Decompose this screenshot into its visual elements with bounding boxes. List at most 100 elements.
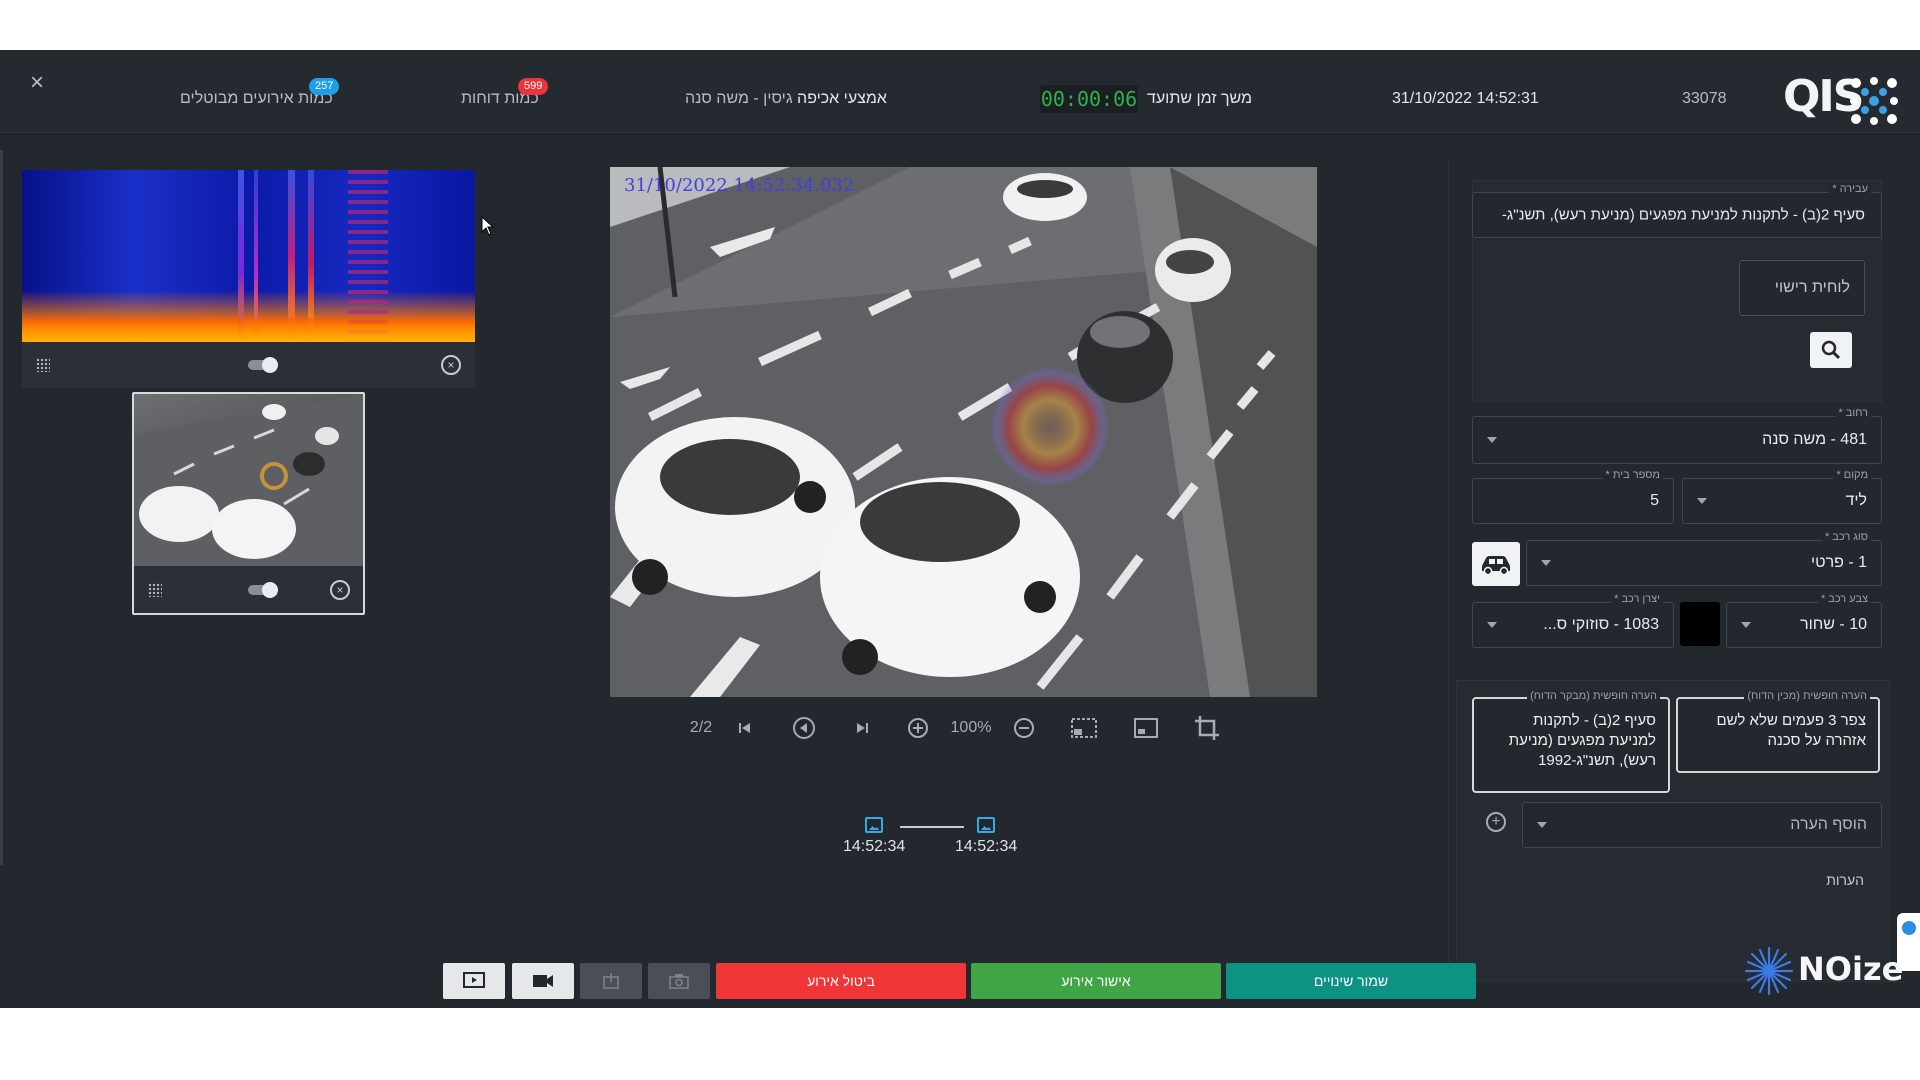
close-circle-icon[interactable]: × — [330, 580, 350, 600]
street-select[interactable]: רחוב * 481 - משה סנה — [1472, 407, 1882, 464]
preparer-note-text: צפר 3 פעמים שלא לשם אזהרה על סכנה — [1716, 712, 1866, 749]
enforcement-label: אמצעי אכיפה — [797, 90, 887, 107]
selection-icon — [1071, 717, 1097, 738]
street-value: 481 - משה סנה — [1762, 431, 1867, 448]
thumbnail-tools: × — [134, 567, 363, 613]
noize-spiral-icon — [1744, 946, 1794, 996]
street-scene — [610, 167, 1317, 697]
grid-icon[interactable] — [148, 583, 162, 597]
preparer-note[interactable]: הערה חופשית (מכין הדוח) צפר 3 פעמים שלא … — [1676, 690, 1880, 773]
fit-screen-icon — [1134, 717, 1158, 738]
chevron-down-icon — [1541, 560, 1551, 566]
slideshow-icon — [463, 971, 485, 988]
zoom-out-button[interactable] — [1012, 710, 1036, 746]
house-number-label: מספר בית * — [1602, 469, 1663, 481]
street-label: רחוב * — [1835, 407, 1871, 419]
crop-icon — [1195, 715, 1219, 740]
vehicle-type-label: סוג רכב * — [1821, 531, 1871, 543]
qis-logo: QIS — [1783, 68, 1899, 126]
save-changes-button[interactable]: שמור שינויים — [1226, 963, 1476, 999]
slideshow-button[interactable] — [443, 963, 505, 999]
spectrogram-image — [22, 170, 475, 342]
vehicle-color-select[interactable]: צבע רכב * 10 - שחור — [1726, 593, 1882, 648]
add-note-select[interactable]: הוסף הערה — [1522, 802, 1882, 848]
vehicle-color-label: צבע רכב * — [1817, 593, 1871, 605]
chat-icon — [1902, 921, 1916, 935]
prev-frame-button[interactable] — [790, 710, 818, 746]
reviewer-note[interactable]: הערה חופשית (מבקר הדוח) סעיף 2(ב) - לתקנ… — [1472, 690, 1670, 793]
license-plate-placeholder: לוחית רישוי — [1774, 279, 1850, 296]
duration-timer: 00:00:06 — [1040, 85, 1138, 113]
image-timestamp: 31/10/2022 14:52:34.032 — [624, 175, 855, 196]
top-bar: × כמות אירועים מבוטלים 257 כמות דוחות 59… — [0, 50, 1920, 135]
manufacturer-select[interactable]: יצרן רכב * 1083 - סוזוקי ס... — [1472, 593, 1674, 648]
first-frame-button[interactable] — [735, 710, 755, 746]
spectrogram-toggle[interactable] — [248, 357, 278, 373]
house-number-input[interactable]: מספר בית * 5 — [1472, 469, 1674, 524]
place-value: ליד — [1845, 492, 1868, 509]
preparer-note-label: הערה חופשית (מכין הדוח) — [1744, 690, 1870, 702]
qis-logo-mark-icon — [1850, 77, 1898, 125]
skip-forward-icon — [857, 722, 868, 733]
enforcement-value: גיסין - משה סנה — [685, 90, 793, 107]
timeline-image-icon[interactable] — [865, 817, 883, 833]
vehicle-type-icon-button[interactable] — [1472, 542, 1520, 586]
thumbnail-image[interactable] — [134, 394, 363, 566]
export-icon — [603, 972, 619, 989]
approve-event-button[interactable]: אישור אירוע — [971, 963, 1221, 999]
video-button[interactable] — [512, 963, 574, 999]
add-note-placeholder: הוסף הערה — [1790, 816, 1867, 833]
region-select-button[interactable] — [1069, 710, 1099, 746]
reports-badge: 599 — [518, 78, 549, 95]
cancel-event-button[interactable]: ביטול אירוע — [716, 963, 966, 999]
last-frame-button[interactable] — [852, 710, 872, 746]
page-indicator: 2/2 — [689, 719, 713, 736]
noize-logo-text: NOize — [1798, 950, 1904, 988]
reviewer-note-label: הערה חופשית (מבקר הדוח) — [1527, 690, 1660, 702]
timeline-image-icon[interactable] — [977, 817, 995, 833]
place-select[interactable]: מקום * ליד — [1682, 469, 1882, 524]
mouse-cursor-icon — [481, 216, 495, 236]
crop-button[interactable] — [1193, 710, 1221, 746]
zoom-in-button[interactable] — [906, 710, 930, 746]
chevron-down-icon — [1697, 498, 1707, 504]
offense-field[interactable]: עבירה * סעיף 2(ב) - לתקנות למניעת מפגעים… — [1472, 183, 1882, 238]
thumbnail-toggle[interactable] — [248, 582, 278, 598]
vehicle-color-value: 10 - שחור — [1800, 616, 1867, 633]
fit-screen-button[interactable] — [1132, 710, 1160, 746]
add-note-icon[interactable]: + — [1486, 812, 1506, 832]
enforcement-info: אמצעי אכיפה גיסין - משה סנה — [685, 90, 887, 108]
zoom-level: 100% — [950, 719, 992, 736]
export-button[interactable] — [580, 963, 642, 999]
car-icon — [1482, 556, 1510, 576]
thumbnail-card[interactable]: × — [132, 392, 365, 615]
license-plate-input[interactable]: לוחית רישוי — [1739, 260, 1865, 316]
left-edge-strip — [0, 150, 3, 865]
timeline-end-time: 14:52:34 — [955, 838, 1018, 855]
place-label: מקום * — [1833, 469, 1871, 481]
zoom-out-icon — [1014, 717, 1034, 738]
close-circle-icon[interactable]: × — [441, 355, 461, 375]
offense-label: עבירה * — [1829, 183, 1871, 195]
vehicle-type-value: 1 - פרטי — [1810, 554, 1867, 571]
search-icon — [1821, 340, 1841, 360]
cancelled-events-badge: 257 — [309, 78, 340, 95]
chevron-down-icon — [1537, 822, 1547, 828]
app-window: × כמות אירועים מבוטלים 257 כמות דוחות 59… — [0, 50, 1920, 1008]
grid-icon[interactable] — [36, 358, 50, 372]
chevron-down-icon — [1741, 622, 1751, 628]
snapshot-button[interactable] — [648, 963, 710, 999]
close-icon[interactable]: × — [26, 71, 48, 95]
vehicle-type-select[interactable]: סוג רכב * 1 - פרטי — [1526, 531, 1882, 586]
timeline-start-time: 14:52:34 — [843, 838, 906, 855]
main-camera-image[interactable]: 31/10/2022 14:52:34.032 — [610, 167, 1317, 697]
manufacturer-label: יצרן רכב * — [1611, 593, 1663, 605]
spectrogram-card: × — [22, 170, 475, 388]
search-button[interactable] — [1810, 332, 1852, 368]
camera-icon — [669, 973, 689, 989]
notes-label: הערות — [1826, 872, 1864, 888]
chevron-down-icon — [1487, 622, 1497, 628]
reviewer-note-text: סעיף 2(ב) - לתקנות למניעת מפגעים (מניעת … — [1508, 712, 1656, 769]
circle-play-back-icon — [793, 716, 815, 739]
event-datetime: 31/10/2022 14:52:31 — [1392, 90, 1539, 107]
